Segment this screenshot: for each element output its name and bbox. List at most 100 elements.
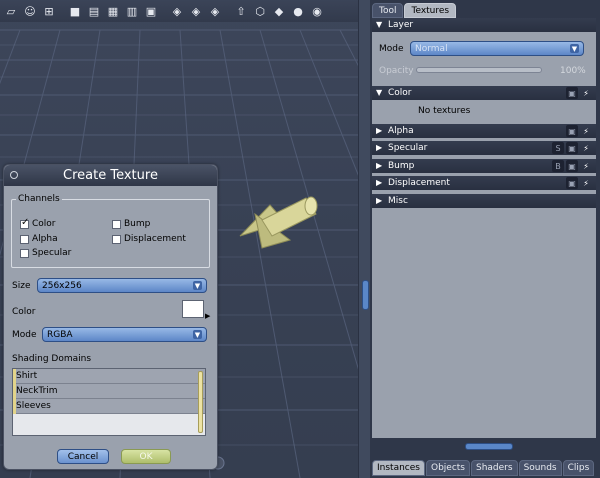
triangle-right-icon: ▶ xyxy=(376,126,383,135)
mode-label: Mode xyxy=(12,330,37,340)
wand-icon[interactable]: ⚡ xyxy=(580,160,592,172)
cancel-button[interactable]: Cancel xyxy=(57,449,109,464)
checkbox-box[interactable] xyxy=(20,217,29,229)
chevron-down-icon: ▼ xyxy=(193,330,202,339)
texture-icon[interactable]: ▣ xyxy=(566,160,578,172)
tab-objects[interactable]: Objects xyxy=(425,460,470,476)
color-swatch[interactable] xyxy=(182,300,204,318)
checkbox-label: Alpha xyxy=(32,234,58,244)
shader-icon-3[interactable]: ◈ xyxy=(207,3,223,19)
list-scrollbar[interactable] xyxy=(198,371,203,433)
viewport-toolbar: ▱ ☺ ⊞ ■ ▤ ▦ ▥ ▣ ◈ ◈ ◈ ⇧ ⬡ ◆ ● ◉ xyxy=(0,0,358,22)
texture-icon[interactable]: ▣ xyxy=(566,87,578,99)
ok-button[interactable]: OK xyxy=(121,449,171,464)
bottom-tabs: Instances Objects Shaders Sounds Clips xyxy=(372,460,595,476)
layout-single-icon[interactable]: ■ xyxy=(67,3,83,19)
shading-domains-list[interactable]: Shirt NeckTrim Sleeves xyxy=(12,368,206,436)
tab-sounds[interactable]: Sounds xyxy=(518,460,562,476)
layout-split-icon[interactable]: ▤ xyxy=(86,3,102,19)
section-label: Displacement xyxy=(388,178,450,188)
channel-displacement-checkbox[interactable]: Displacement xyxy=(112,234,186,244)
misc-section-header[interactable]: ▶ Misc xyxy=(372,194,596,208)
shader-icon-1[interactable]: ◈ xyxy=(169,3,185,19)
size-label: Size xyxy=(12,281,31,291)
wand-icon[interactable]: ⚡ xyxy=(580,87,592,99)
channel-alpha-checkbox[interactable]: Alpha xyxy=(20,234,58,244)
vertex-icon[interactable]: ⬡ xyxy=(252,3,268,19)
layer-mode-select[interactable]: Normal ▼ xyxy=(410,41,584,56)
checkbox-label: Displacement xyxy=(124,234,186,244)
tab-tool[interactable]: Tool xyxy=(372,3,404,18)
create-texture-dialog: Create Texture Channels Color Bump Alpha… xyxy=(3,164,218,470)
cube-icon[interactable]: ◆ xyxy=(271,3,287,19)
tab-clips[interactable]: Clips xyxy=(562,460,595,476)
section-label: Misc xyxy=(388,196,408,206)
list-item[interactable]: Sleeves xyxy=(13,399,205,414)
panel-tabs: Tool Textures xyxy=(372,3,457,18)
specular-badge[interactable]: S xyxy=(552,142,564,154)
triangle-down-icon: ▼ xyxy=(376,88,383,97)
texture-icon[interactable]: ▣ xyxy=(566,142,578,154)
palette-icon[interactable]: ▣ xyxy=(143,3,159,19)
layer-mode-value: Normal xyxy=(415,43,448,54)
no-textures-text: No textures xyxy=(418,106,471,116)
texture-icon[interactable]: ▣ xyxy=(566,177,578,189)
arrow-up-icon[interactable]: ⇧ xyxy=(233,3,249,19)
checkbox-box[interactable] xyxy=(112,234,121,244)
specular-section-header[interactable]: ▶ Specular S ▣ ⚡ xyxy=(372,141,596,155)
channel-color-checkbox[interactable]: Color xyxy=(20,217,56,229)
wand-icon[interactable]: ⚡ xyxy=(580,177,592,189)
opacity-value: 100% xyxy=(560,66,586,76)
shading-domains-label: Shading Domains xyxy=(12,354,92,364)
opacity-slider[interactable] xyxy=(416,67,542,73)
textures-panel: ▼ Layer Mode Normal ▼ Opacity 100% ▼ Col… xyxy=(372,18,596,438)
tab-instances[interactable]: Instances xyxy=(372,460,425,476)
bump-badge[interactable]: B xyxy=(552,160,564,172)
color-section-header[interactable]: ▼ Color ▣ ⚡ xyxy=(372,86,596,100)
layer-mode-label: Mode xyxy=(379,44,404,54)
dialog-title-bar[interactable]: Create Texture xyxy=(4,165,217,186)
people-icon[interactable]: ☺ xyxy=(22,3,38,19)
channels-legend: Channels xyxy=(16,194,62,204)
triangle-right-icon: ▶ xyxy=(376,196,383,205)
wand-icon[interactable]: ⚡ xyxy=(580,142,592,154)
checkbox-box[interactable] xyxy=(20,234,29,244)
checkbox-box[interactable] xyxy=(112,219,121,229)
dialog-title: Create Texture xyxy=(63,168,158,183)
section-label: Specular xyxy=(388,143,428,153)
triangle-down-icon: ▼ xyxy=(376,20,383,29)
triangle-right-icon: ▶ xyxy=(205,312,211,320)
wand-icon[interactable]: ⚡ xyxy=(580,125,592,137)
mode-select-value: RGBA xyxy=(47,329,73,340)
alpha-section-header[interactable]: ▶ Alpha ▣ ⚡ xyxy=(372,124,596,138)
layout-quad-icon[interactable]: ▦ xyxy=(105,3,121,19)
channel-specular-checkbox[interactable]: Specular xyxy=(20,248,71,258)
triangle-right-icon: ▶ xyxy=(376,143,383,152)
sphere-shaded-icon[interactable]: ◉ xyxy=(309,3,325,19)
close-icon[interactable] xyxy=(10,171,18,179)
sphere-icon[interactable]: ● xyxy=(290,3,306,19)
divider-handle[interactable] xyxy=(362,280,369,310)
section-label: Alpha xyxy=(388,126,414,136)
displacement-section-header[interactable]: ▶ Displacement ▣ ⚡ xyxy=(372,176,596,190)
tab-shaders[interactable]: Shaders xyxy=(471,460,518,476)
grid-target-icon[interactable]: ⊞ xyxy=(41,3,57,19)
size-select-value: 256x256 xyxy=(42,280,82,291)
texture-icon[interactable]: ▣ xyxy=(566,125,578,137)
shader-icon-2[interactable]: ◈ xyxy=(188,3,204,19)
section-label: Bump xyxy=(388,161,415,171)
tab-textures[interactable]: Textures xyxy=(404,3,457,18)
list-item[interactable]: Shirt xyxy=(13,369,205,384)
opacity-label: Opacity xyxy=(379,66,414,76)
triangle-right-icon: ▶ xyxy=(376,178,383,187)
layer-section-header[interactable]: ▼ Layer xyxy=(372,18,596,32)
list-item[interactable]: NeckTrim xyxy=(13,384,205,399)
mode-select[interactable]: RGBA ▼ xyxy=(42,327,207,342)
bump-section-header[interactable]: ▶ Bump B ▣ ⚡ xyxy=(372,159,596,173)
unknown-icon[interactable]: ▱ xyxy=(3,3,19,19)
size-select[interactable]: 256x256 ▼ xyxy=(37,278,207,293)
channel-bump-checkbox[interactable]: Bump xyxy=(112,219,150,229)
layout-tri-icon[interactable]: ▥ xyxy=(124,3,140,19)
checkbox-box[interactable] xyxy=(20,248,29,258)
panel-resize-handle[interactable] xyxy=(465,443,513,450)
